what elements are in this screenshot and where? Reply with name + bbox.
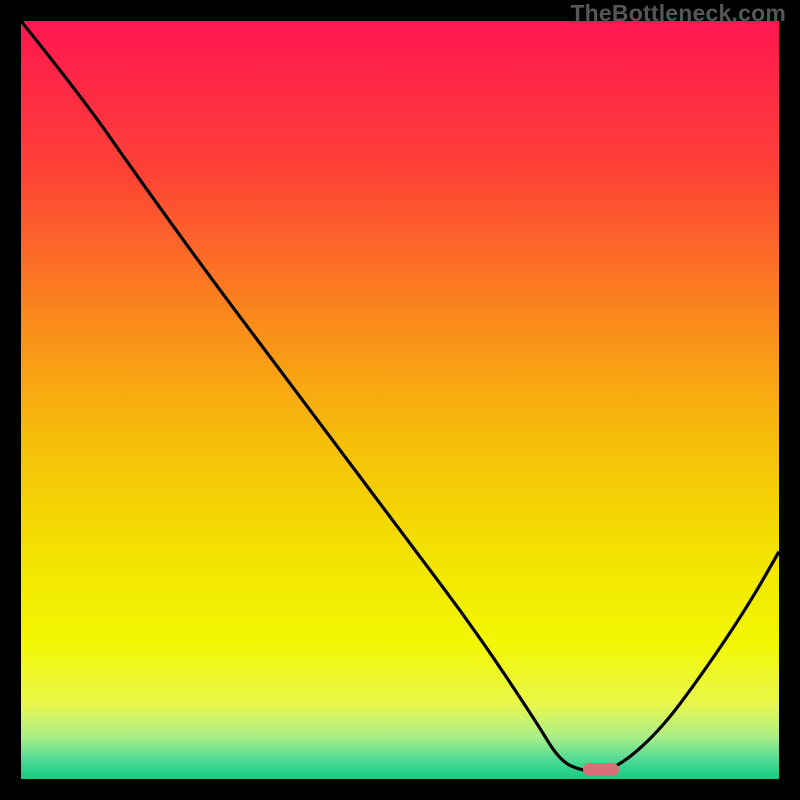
chart-frame: TheBottleneck.com: [0, 0, 800, 800]
plot-area: [21, 21, 779, 779]
optimal-marker: [583, 763, 619, 776]
bottleneck-curve: [21, 21, 779, 779]
